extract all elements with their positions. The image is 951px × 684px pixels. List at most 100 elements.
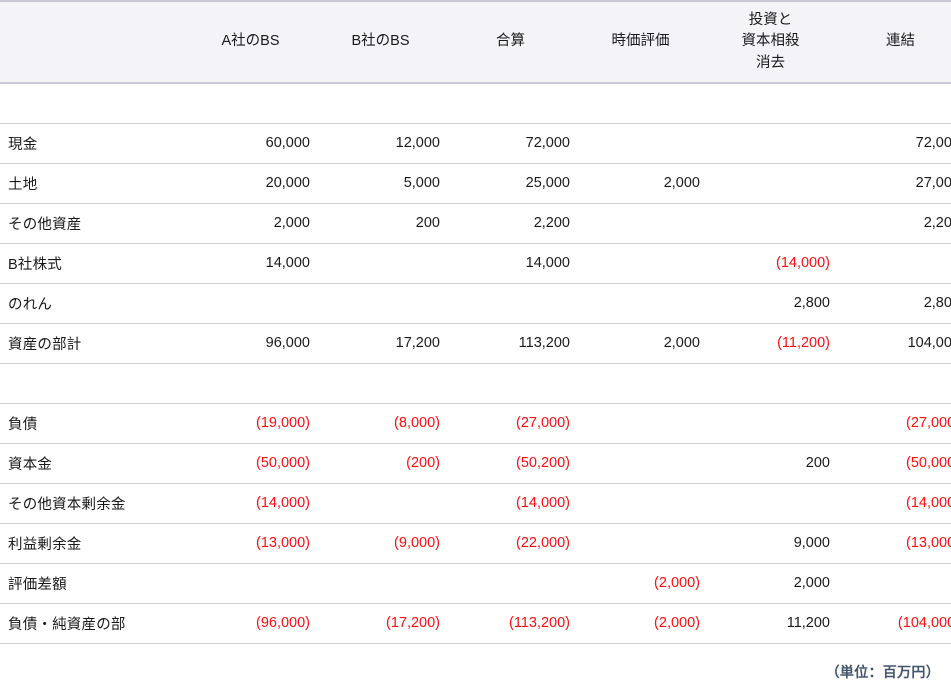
cell-b_bs — [321, 563, 451, 603]
cell-fv — [581, 483, 711, 523]
cell-offset: 2,000 — [711, 563, 841, 603]
table-body: 現金60,00012,00072,00072,000土地20,0005,0002… — [0, 83, 951, 643]
row-label: のれん — [0, 283, 191, 323]
cell-a_bs: 96,000 — [191, 323, 321, 363]
cell-sum: 113,200 — [451, 323, 581, 363]
table-row: 負債(19,000)(8,000)(27,000)(27,000) — [0, 403, 951, 443]
cell-a_bs: (19,000) — [191, 403, 321, 443]
cell-sum — [451, 283, 581, 323]
cell-offset — [711, 163, 841, 203]
row-label: B社株式 — [0, 243, 191, 283]
cell-fv: (2,000) — [581, 603, 711, 643]
cell-consol: (104,000) — [841, 603, 951, 643]
column-header-b-bs: B社のBS — [321, 1, 451, 83]
table-header: A社のBS B社のBS 合算 時価評価 投資と 資本相殺 消去 連結 — [0, 1, 951, 83]
spacer-cell — [841, 83, 951, 123]
cell-offset — [711, 403, 841, 443]
table-row: 現金60,00012,00072,00072,000 — [0, 123, 951, 163]
column-header-sum-text: 合算 — [451, 31, 570, 52]
cell-a_bs — [191, 563, 321, 603]
cell-b_bs — [321, 283, 451, 323]
cell-a_bs: 60,000 — [191, 123, 321, 163]
cell-sum: (113,200) — [451, 603, 581, 643]
column-header-sum: 合算 — [451, 1, 581, 83]
column-header-investment-capital-offset: 投資と 資本相殺 消去 — [711, 1, 841, 83]
spacer-cell — [0, 363, 191, 403]
cell-offset: 2,800 — [711, 283, 841, 323]
cell-consol: 104,000 — [841, 323, 951, 363]
row-label: 土地 — [0, 163, 191, 203]
cell-a_bs: (13,000) — [191, 523, 321, 563]
cell-offset — [711, 203, 841, 243]
cell-consol: 0 — [841, 243, 951, 283]
table-row: 資産の部計96,00017,200113,2002,000(11,200)104… — [0, 323, 951, 363]
spacer-cell — [321, 83, 451, 123]
cell-a_bs: 20,000 — [191, 163, 321, 203]
cell-consol: 2,800 — [841, 283, 951, 323]
cell-consol: 72,000 — [841, 123, 951, 163]
cell-b_bs — [321, 483, 451, 523]
column-header-a-bs: A社のBS — [191, 1, 321, 83]
cell-sum: (14,000) — [451, 483, 581, 523]
cell-sum: (22,000) — [451, 523, 581, 563]
row-label: 負債 — [0, 403, 191, 443]
cell-consol: 0 — [841, 563, 951, 603]
spacer-cell — [191, 83, 321, 123]
cell-sum: 72,000 — [451, 123, 581, 163]
row-label: 資産の部計 — [0, 323, 191, 363]
spacer-cell — [321, 363, 451, 403]
table-row: その他資本剰余金(14,000)(14,000)(14,000) — [0, 483, 951, 523]
cell-consol: (50,000) — [841, 443, 951, 483]
row-label: 資本金 — [0, 443, 191, 483]
spacer-cell — [451, 83, 581, 123]
cell-a_bs: (96,000) — [191, 603, 321, 643]
cell-b_bs — [321, 243, 451, 283]
cell-fv — [581, 403, 711, 443]
cell-sum — [451, 563, 581, 603]
cell-offset: 11,200 — [711, 603, 841, 643]
cell-sum: 14,000 — [451, 243, 581, 283]
cell-a_bs: 14,000 — [191, 243, 321, 283]
cell-fv — [581, 123, 711, 163]
column-header-consolidated: 連結 — [841, 1, 951, 83]
cell-a_bs — [191, 283, 321, 323]
cell-b_bs: 200 — [321, 203, 451, 243]
table-row: 負債・純資産の部(96,000)(17,200)(113,200)(2,000)… — [0, 603, 951, 643]
cell-sum: (27,000) — [451, 403, 581, 443]
cell-sum: 25,000 — [451, 163, 581, 203]
cell-fv — [581, 243, 711, 283]
cell-fv: (2,000) — [581, 563, 711, 603]
cell-fv — [581, 523, 711, 563]
cell-consol: 27,000 — [841, 163, 951, 203]
cell-a_bs: (14,000) — [191, 483, 321, 523]
cell-offset: (11,200) — [711, 323, 841, 363]
cell-offset — [711, 123, 841, 163]
column-header-investment-capital-offset-text: 投資と 資本相殺 消去 — [711, 10, 830, 73]
column-header-label — [0, 1, 191, 83]
cell-offset: (14,000) — [711, 243, 841, 283]
cell-b_bs: (200) — [321, 443, 451, 483]
spacer-cell — [581, 363, 711, 403]
spacer-row — [0, 363, 951, 403]
cell-offset: 200 — [711, 443, 841, 483]
cell-offset: 9,000 — [711, 523, 841, 563]
table-row: のれん 2,8002,800 — [0, 283, 951, 323]
row-label: その他資本剰余金 — [0, 483, 191, 523]
row-label: 利益剰余金 — [0, 523, 191, 563]
spacer-cell — [581, 83, 711, 123]
column-header-b-bs-text: B社のBS — [321, 31, 440, 52]
table-row: B社株式14,00014,000(14,000)0 — [0, 243, 951, 283]
column-header-fair-value-text: 時価評価 — [581, 31, 700, 52]
column-header-fair-value: 時価評価 — [581, 1, 711, 83]
column-header-consolidated-text: 連結 — [841, 31, 951, 52]
unit-note: （単位：百万円） — [0, 644, 951, 682]
spacer-cell — [711, 363, 841, 403]
row-label: 負債・純資産の部 — [0, 603, 191, 643]
row-label: 評価差額 — [0, 563, 191, 603]
row-label: その他資産 — [0, 203, 191, 243]
row-label: 現金 — [0, 123, 191, 163]
spacer-cell — [841, 363, 951, 403]
cell-b_bs: 17,200 — [321, 323, 451, 363]
cell-consol: (13,000) — [841, 523, 951, 563]
table-row: 土地20,0005,00025,0002,00027,000 — [0, 163, 951, 203]
